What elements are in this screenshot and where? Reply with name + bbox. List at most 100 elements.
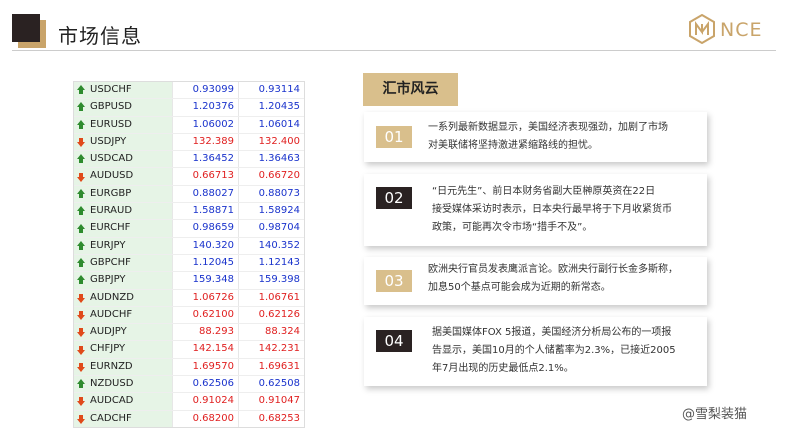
symbol-label: EURCHF bbox=[90, 222, 131, 234]
ask-price: 0.88073 bbox=[238, 185, 304, 203]
news-text: “日元先生”、前日本财务省副大臣榊原英资在22日 接受媒体采访时表示，日本央行最… bbox=[432, 186, 672, 233]
bid-price: 0.62506 bbox=[172, 376, 238, 393]
symbol-cell: EURUSD bbox=[74, 116, 172, 133]
bid-price: 159.348 bbox=[172, 272, 238, 289]
ask-price: 1.12143 bbox=[238, 254, 304, 272]
news-card-4: 04 据美国媒体FOX 5报道，美国经济分析局公布的一项报 告显示，美国10月的… bbox=[364, 317, 707, 386]
symbol-cell: GBPJPY bbox=[74, 272, 172, 289]
symbol-label: GBPJPY bbox=[90, 274, 126, 286]
symbol-label: GBPCHF bbox=[90, 256, 131, 268]
quote-row: EURGBP 0.88027 0.88073 bbox=[74, 185, 304, 204]
ask-price: 0.93114 bbox=[238, 82, 304, 99]
symbol-label: GBPUSD bbox=[90, 101, 133, 113]
news-card-3: 03 欧洲央行官员发表鹰派言论。欧洲央行副行长金多斯称， 加息50个基点可能会成… bbox=[364, 257, 707, 305]
arrow-down-icon bbox=[76, 327, 86, 338]
symbol-label: EURNZD bbox=[90, 360, 133, 372]
symbol-cell: AUDCHF bbox=[74, 306, 172, 324]
logo-text: NCE bbox=[720, 19, 763, 41]
news-text: 欧洲央行官员发表鹰派言论。欧洲央行副行长金多斯称， 加息50个基点可能会成为近期… bbox=[428, 264, 678, 293]
bid-price: 88.293 bbox=[172, 324, 238, 341]
news-number-badge: 02 bbox=[376, 187, 412, 209]
symbol-cell: USDCHF bbox=[74, 82, 172, 99]
symbol-label: EURAUD bbox=[90, 205, 133, 217]
quote-row: AUDJPY 88.293 88.324 bbox=[74, 324, 304, 342]
symbol-label: AUDCHF bbox=[90, 308, 133, 320]
symbol-label: USDCAD bbox=[90, 153, 133, 165]
title-decoration bbox=[12, 14, 48, 50]
symbol-label: AUDCAD bbox=[90, 395, 134, 407]
symbol-cell: EURAUD bbox=[74, 203, 172, 220]
quote-row: CHFJPY 142.154 142.231 bbox=[74, 341, 304, 359]
news-number-badge: 04 bbox=[376, 330, 412, 352]
bid-price: 1.12045 bbox=[172, 254, 238, 272]
arrow-up-icon bbox=[76, 188, 86, 199]
symbol-label: AUDNZD bbox=[90, 291, 134, 303]
ask-price: 142.231 bbox=[238, 341, 304, 358]
symbol-label: EURUSD bbox=[90, 118, 132, 130]
symbol-cell: USDCAD bbox=[74, 151, 172, 168]
ask-price: 1.58924 bbox=[238, 203, 304, 220]
ask-price: 0.68253 bbox=[238, 410, 304, 427]
nce-logo-icon bbox=[689, 14, 715, 44]
quote-table: USDCHF 0.93099 0.93114 GBPUSD 1.20376 1.20435… bbox=[73, 81, 305, 428]
arrow-up-icon bbox=[76, 379, 86, 389]
symbol-cell: AUDCAD bbox=[74, 393, 172, 410]
symbol-cell: EURJPY bbox=[74, 237, 172, 254]
bid-price: 1.58871 bbox=[172, 203, 238, 220]
ask-price: 0.62126 bbox=[238, 306, 304, 324]
arrow-up-icon bbox=[76, 275, 86, 285]
bid-price: 1.06726 bbox=[172, 289, 238, 306]
arrow-down-icon bbox=[76, 362, 86, 372]
quote-row: AUDCHF 0.62100 0.62126 bbox=[74, 306, 304, 325]
symbol-cell: NZDUSD bbox=[74, 376, 172, 393]
symbol-cell: EURGBP bbox=[74, 185, 172, 203]
title-divider bbox=[12, 50, 776, 51]
bid-price: 0.93099 bbox=[172, 82, 238, 99]
ask-price: 1.69631 bbox=[238, 358, 304, 376]
ask-price: 0.62508 bbox=[238, 376, 304, 393]
symbol-label: EURGBP bbox=[90, 187, 132, 199]
bid-price: 0.91024 bbox=[172, 393, 238, 410]
symbol-cell: EURNZD bbox=[74, 358, 172, 376]
arrow-down-icon bbox=[76, 396, 86, 407]
quote-row: USDCAD 1.36452 1.36463 bbox=[74, 151, 304, 169]
arrow-down-icon bbox=[76, 137, 86, 148]
bid-price: 1.69570 bbox=[172, 358, 238, 376]
symbol-cell: GBPCHF bbox=[74, 254, 172, 272]
arrow-up-icon bbox=[76, 154, 86, 164]
symbol-label: AUDUSD bbox=[90, 170, 134, 182]
news-card-2: 02 “日元先生”、前日本财务省副大臣榊原英资在22日 接受媒体采访时表示，日本… bbox=[364, 174, 707, 246]
ask-price: 1.06761 bbox=[238, 289, 304, 306]
quote-row: AUDCAD 0.91024 0.91047 bbox=[74, 393, 304, 411]
quote-row: CADCHF 0.68200 0.68253 bbox=[74, 410, 304, 427]
news-number-badge: 01 bbox=[376, 126, 412, 148]
ask-price: 140.352 bbox=[238, 237, 304, 254]
bid-price: 140.320 bbox=[172, 237, 238, 254]
symbol-cell: AUDJPY bbox=[74, 324, 172, 341]
quote-row: NZDUSD 0.62506 0.62508 bbox=[74, 376, 304, 394]
symbol-cell: CHFJPY bbox=[74, 341, 172, 358]
bid-price: 142.154 bbox=[172, 341, 238, 358]
ask-price: 0.98704 bbox=[238, 220, 304, 237]
symbol-label: USDCHF bbox=[90, 84, 132, 95]
quote-row: AUDUSD 0.66713 0.66720 bbox=[74, 168, 304, 186]
bid-price: 0.68200 bbox=[172, 410, 238, 427]
bid-price: 1.36452 bbox=[172, 151, 238, 168]
bid-price: 0.88027 bbox=[172, 185, 238, 203]
news-text: 一系列最新数据显示，美国经济表现强劲，加剧了市场 对美联储将坚持激进紧缩路线的担… bbox=[428, 122, 668, 151]
ask-price: 0.91047 bbox=[238, 393, 304, 410]
quote-row: GBPJPY 159.348 159.398 bbox=[74, 272, 304, 290]
ask-price: 159.398 bbox=[238, 272, 304, 289]
page-title: 市场信息 bbox=[58, 24, 142, 48]
symbol-cell: USDJPY bbox=[74, 133, 172, 151]
symbol-cell: AUDNZD bbox=[74, 289, 172, 306]
ask-price: 132.400 bbox=[238, 133, 304, 151]
symbol-cell: GBPUSD bbox=[74, 99, 172, 116]
arrow-down-icon bbox=[76, 293, 86, 303]
ask-price: 88.324 bbox=[238, 324, 304, 341]
symbol-label: AUDJPY bbox=[90, 326, 127, 338]
arrow-up-icon bbox=[76, 102, 86, 112]
arrow-up-icon bbox=[76, 258, 86, 268]
ask-price: 0.66720 bbox=[238, 168, 304, 185]
bid-price: 1.20376 bbox=[172, 99, 238, 116]
